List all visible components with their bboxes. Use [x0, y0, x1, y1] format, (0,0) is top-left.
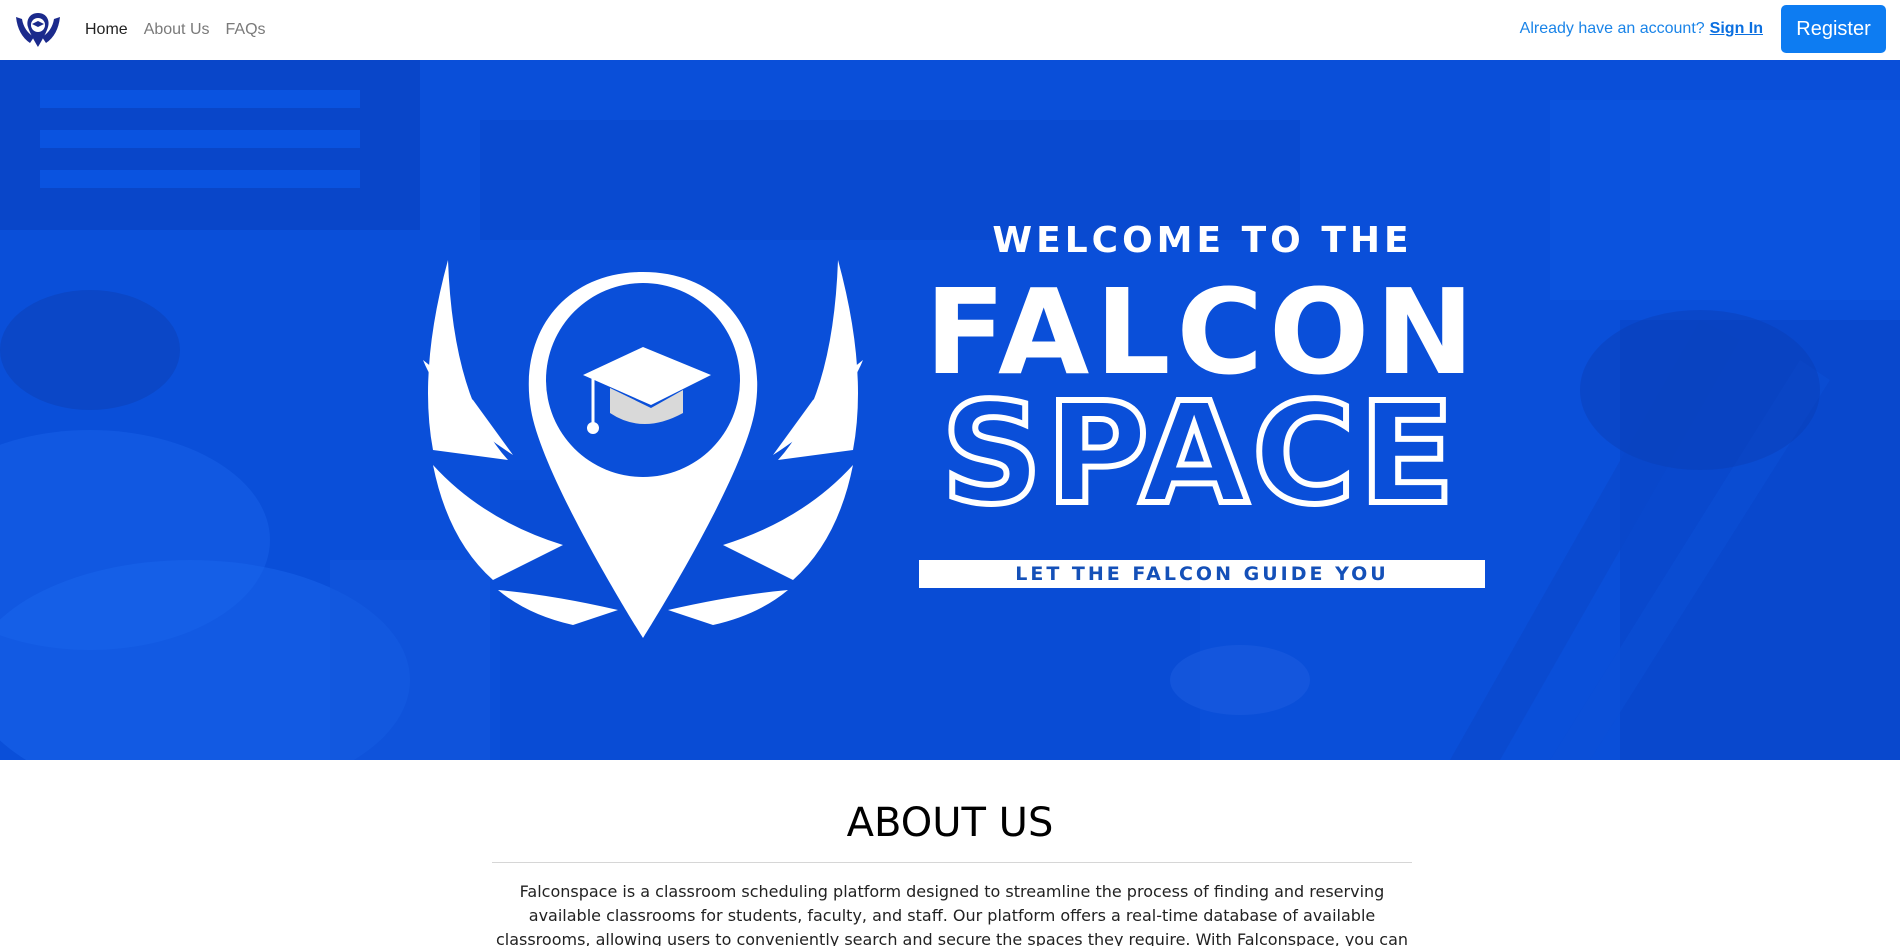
- account-prompt-text: Already have an account?: [1519, 20, 1705, 37]
- nav-faqs-link[interactable]: FAQs: [226, 21, 266, 39]
- falcon-wings-graduation-cap-icon: [413, 250, 873, 645]
- about-section: ABOUT US Falconspace is a classroom sche…: [0, 760, 1900, 946]
- about-divider: [492, 862, 1412, 863]
- auth-area: Already have an account? Sign In Registe…: [1520, 5, 1886, 53]
- brand-logo-link[interactable]: [14, 7, 62, 53]
- top-navbar: Home About Us FAQs Already have an accou…: [0, 0, 1900, 60]
- sign-in-link[interactable]: Sign In: [1710, 20, 1763, 38]
- hero-welcome-text: WELCOME TO THE: [992, 220, 1413, 261]
- hero-falcon-word: FALCON: [924, 263, 1481, 401]
- main-nav: Home About Us FAQs: [85, 0, 266, 60]
- hero-tagline: LET THE FALCON GUIDE YOU: [919, 560, 1485, 588]
- hero-banner: WELCOME TO THE FALCON SPACE LET THE FALC…: [0, 60, 1900, 760]
- register-button[interactable]: Register: [1781, 5, 1886, 53]
- hero-space-text: SPACE: [941, 380, 1458, 520]
- hero-space-word: SPACE: [905, 380, 1495, 520]
- about-body-text: Falconspace is a classroom scheduling pl…: [495, 882, 1409, 946]
- about-title: ABOUT US: [846, 800, 1054, 846]
- nav-home-link[interactable]: Home: [85, 21, 128, 39]
- falcon-pin-logo-icon: [16, 13, 60, 47]
- nav-about-us-link[interactable]: About Us: [144, 21, 210, 39]
